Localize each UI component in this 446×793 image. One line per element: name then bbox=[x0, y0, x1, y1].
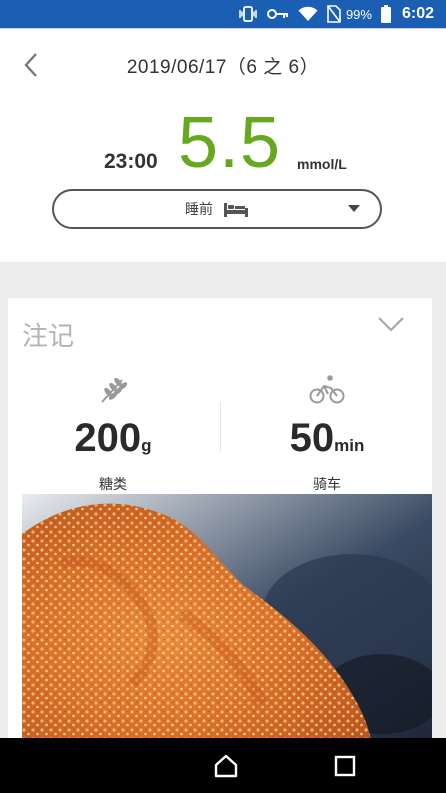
food-photo[interactable] bbox=[22, 494, 432, 748]
key-icon bbox=[266, 8, 289, 20]
reading-time: 23:00 bbox=[104, 150, 158, 173]
wheat-icon bbox=[101, 377, 128, 403]
vibrate-icon bbox=[238, 6, 258, 22]
chevron-down-icon[interactable] bbox=[376, 312, 406, 336]
exercise-value: 50 bbox=[289, 416, 335, 460]
home-button[interactable] bbox=[212, 752, 240, 780]
carbs-unit: g bbox=[141, 436, 152, 455]
carbs-value-row: 200g bbox=[18, 416, 208, 468]
meal-time-dropdown[interactable]: 睡前 bbox=[52, 189, 382, 229]
glucose-unit: mmol/L bbox=[297, 156, 347, 172]
chevron-left-icon bbox=[24, 53, 37, 77]
status-bar: 99% 6:02 bbox=[0, 0, 446, 28]
section-gap bbox=[0, 262, 446, 298]
notes-title: 注记 bbox=[22, 321, 75, 351]
exercise-stat: 50min 骑车 bbox=[232, 372, 422, 494]
stat-divider bbox=[220, 402, 221, 452]
notes-card: 注记 200g 糖类 50min 骑车 bbox=[8, 298, 432, 748]
battery-percentage: 99% bbox=[345, 6, 372, 22]
app-screen: 99% 6:02 2019/06/17（6 之 6） 23:00 5.5 mmo… bbox=[0, 0, 446, 793]
card-margin-left bbox=[0, 298, 8, 748]
dropdown-caret-icon bbox=[348, 205, 360, 212]
carbs-stat: 200g 糖类 bbox=[18, 372, 208, 494]
page-title: 2019/06/17（6 之 6） bbox=[126, 57, 320, 78]
battery-icon bbox=[380, 5, 391, 23]
glucose-reading: 23:00 5.5 mmol/L bbox=[0, 98, 446, 188]
home-icon bbox=[214, 754, 238, 778]
carbs-value: 200 bbox=[74, 416, 142, 460]
system-nav-bar bbox=[0, 738, 446, 793]
recent-apps-icon bbox=[334, 755, 356, 777]
status-time: 6:02 bbox=[401, 5, 434, 22]
reading-header: 2019/06/17（6 之 6） 23:00 5.5 mmol/L 睡前 bbox=[0, 28, 446, 260]
header-divider bbox=[0, 28, 446, 36]
exercise-unit: min bbox=[334, 436, 365, 455]
wifi-icon bbox=[298, 6, 318, 22]
exercise-value-row: 50min bbox=[232, 416, 422, 468]
carbs-label: 糖类 bbox=[99, 476, 127, 492]
card-margin-right bbox=[432, 298, 446, 748]
cyclist-icon bbox=[309, 375, 345, 404]
bed-icon bbox=[224, 203, 248, 217]
recent-apps-button[interactable] bbox=[331, 752, 359, 780]
back-button[interactable] bbox=[16, 50, 46, 80]
exercise-label: 骑车 bbox=[313, 476, 341, 492]
meal-time-label: 睡前 bbox=[185, 201, 213, 217]
no-sim-icon bbox=[327, 5, 341, 23]
glucose-value: 5.5 bbox=[178, 103, 282, 183]
